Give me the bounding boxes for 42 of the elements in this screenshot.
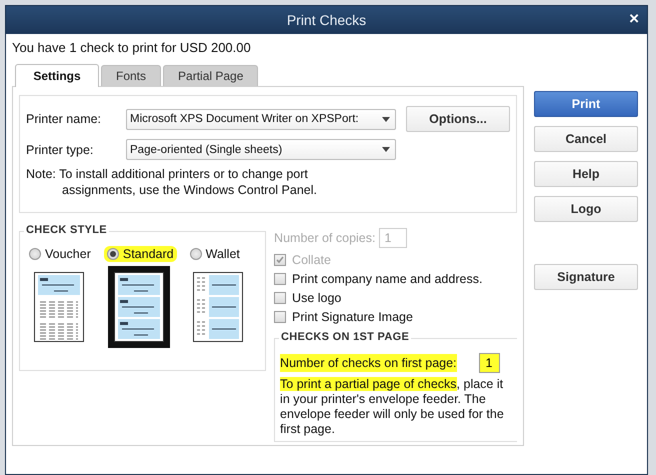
printer-type-dropdown[interactable]: Page-oriented (Single sheets) (126, 139, 396, 160)
dialog-button[interactable]: Help (534, 161, 638, 187)
tab[interactable]: Settings (15, 64, 99, 87)
window-title: Print Checks (286, 12, 366, 28)
dialog-button[interactable]: Cancel (534, 126, 638, 152)
options-button[interactable]: Options... (406, 106, 510, 132)
summary-text: You have 1 check to print for USD 200.00 (12, 40, 251, 55)
tab[interactable]: Partial Page (163, 65, 258, 86)
printer-name-dropdown[interactable]: Microsoft XPS Document Writer on XPSPort: (126, 108, 396, 130)
print-button[interactable]: Print (534, 91, 638, 117)
checkbox[interactable] (274, 292, 286, 304)
printer-type-label: Printer type: (26, 142, 94, 156)
dialog-button[interactable]: Logo (534, 196, 638, 222)
radio-button[interactable] (29, 248, 41, 260)
caret-icon (382, 116, 390, 122)
voucher-check-drawing (34, 272, 84, 342)
radio-button[interactable] (190, 248, 202, 260)
checkbox-label: Use logo (292, 290, 342, 304)
copies-label: Number of copies: (274, 231, 376, 245)
wallet-check-drawing (193, 272, 244, 342)
printer-name-label: Printer name: (26, 112, 102, 126)
close-button[interactable]: × (627, 10, 641, 28)
checkbox[interactable] (274, 310, 286, 322)
note-text: assignments, use the Windows Control Panel. (61, 183, 317, 197)
radio-option[interactable]: Standard (104, 246, 177, 262)
checks-count-field[interactable]: 1 (478, 353, 500, 373)
checks-count-label: Number of checks on first page: (280, 354, 457, 372)
standard-check-drawing (114, 272, 164, 342)
tab[interactable]: Fonts (101, 65, 162, 86)
checkbox-label: Collate (292, 252, 331, 266)
note-text: Note: To install additional printers or to change port (26, 167, 308, 181)
radio-option[interactable]: Voucher (26, 246, 94, 262)
radio-button[interactable] (106, 248, 119, 260)
group-title: CHECK STYLE (24, 224, 109, 236)
checkbox-label: Print Signature Image (292, 310, 413, 324)
checkbox-label: Print company name and address. (292, 272, 482, 286)
caret-icon (382, 147, 390, 152)
partial-page-note: To print a partial page of checks, place it in your printer's envelope feeder. The envelope feeder will only be used for the first page. (280, 377, 505, 437)
dialog-button[interactable]: Signature (534, 264, 638, 290)
radio-option[interactable]: Wallet (186, 246, 243, 262)
checkbox[interactable] (274, 272, 286, 284)
group-title: CHECKS ON 1ST PAGE (279, 331, 412, 343)
